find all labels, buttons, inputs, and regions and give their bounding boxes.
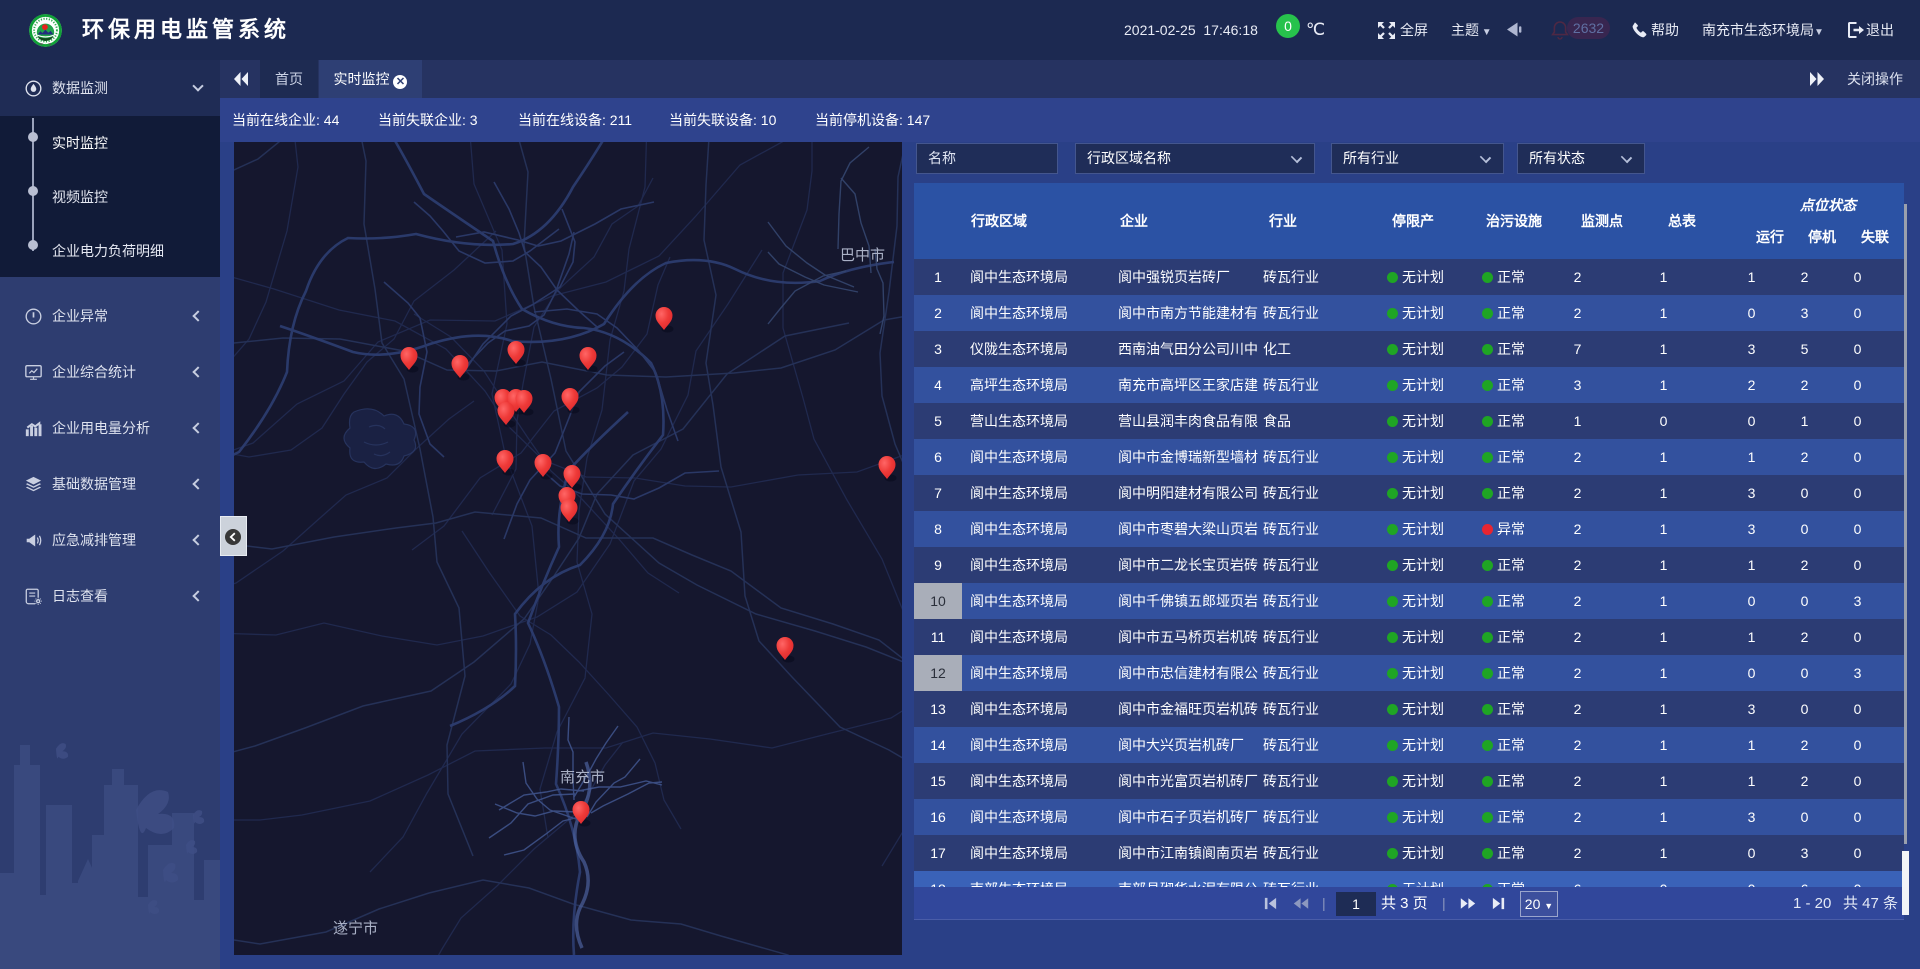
svg-text:遂宁市: 遂宁市	[333, 920, 378, 937]
svg-text:巴中市: 巴中市	[840, 247, 885, 264]
svg-text:南充市: 南充市	[560, 769, 605, 786]
